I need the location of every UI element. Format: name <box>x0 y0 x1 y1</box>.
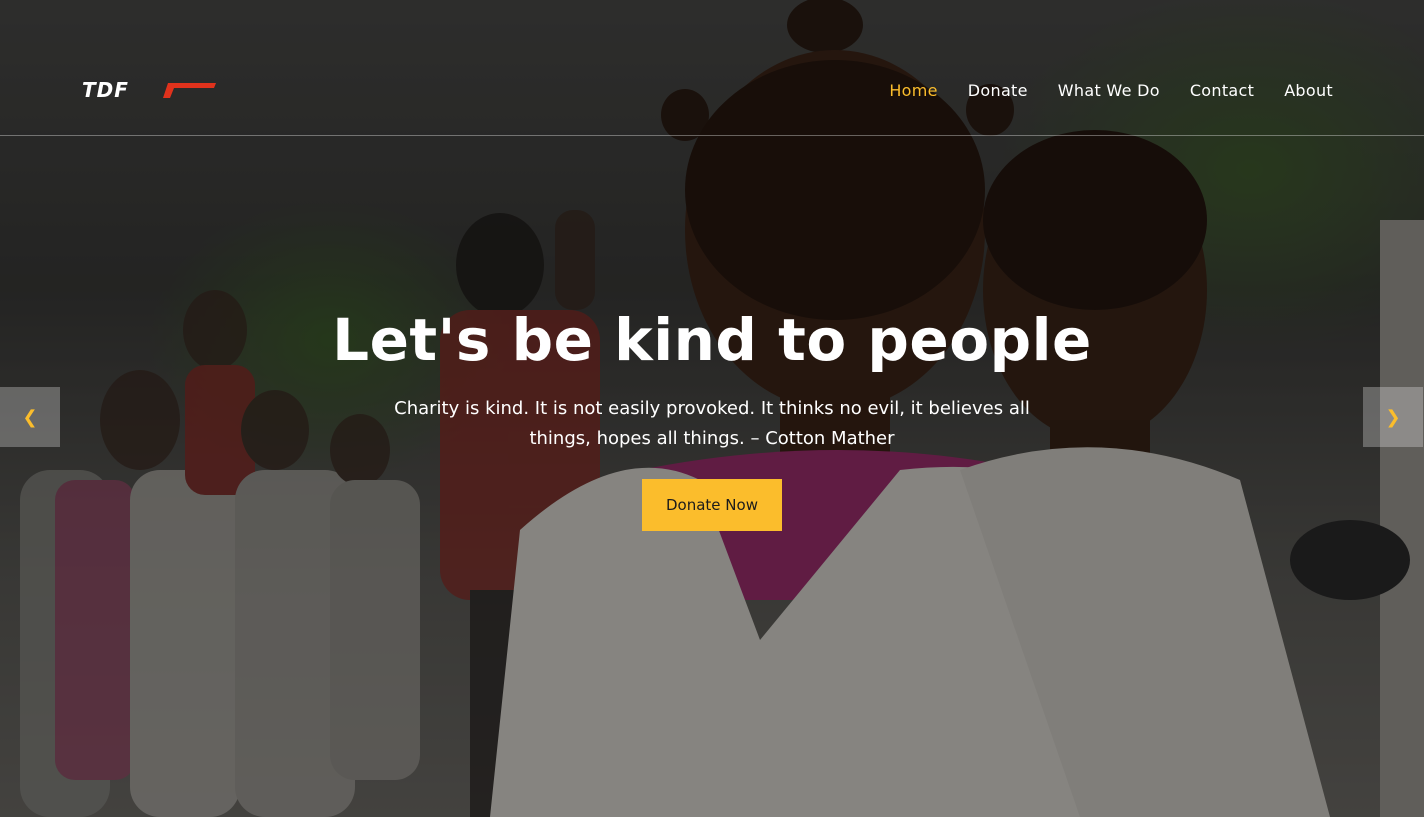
nav-about[interactable]: About <box>1284 80 1333 102</box>
chevron-left-icon: ❮ <box>22 406 38 428</box>
nav-what-we-do[interactable]: What We Do <box>1058 80 1160 102</box>
nav-donate[interactable]: Donate <box>968 80 1028 102</box>
site-header: TDF Home Donate What We Do Contact About <box>0 0 1424 136</box>
tdf-logo[interactable]: TDF <box>82 80 218 100</box>
slider-next-button[interactable]: ❯ <box>1363 387 1423 447</box>
logo-text: TDF <box>82 80 129 100</box>
hero-content: Let's be kind to people Charity is kind.… <box>0 300 1424 531</box>
donate-now-button[interactable]: Donate Now <box>642 479 782 531</box>
slider-prev-button[interactable]: ❮ <box>0 387 60 447</box>
logo-accent-shape <box>163 83 216 98</box>
nav-contact[interactable]: Contact <box>1190 80 1254 102</box>
hero-quote: Charity is kind. It is not easily provok… <box>394 398 1030 449</box>
main-nav: Home Donate What We Do Contact About <box>889 80 1333 102</box>
nav-home[interactable]: Home <box>889 80 937 102</box>
hero-title: Let's be kind to people <box>332 306 1092 374</box>
chevron-right-icon: ❯ <box>1385 406 1401 428</box>
